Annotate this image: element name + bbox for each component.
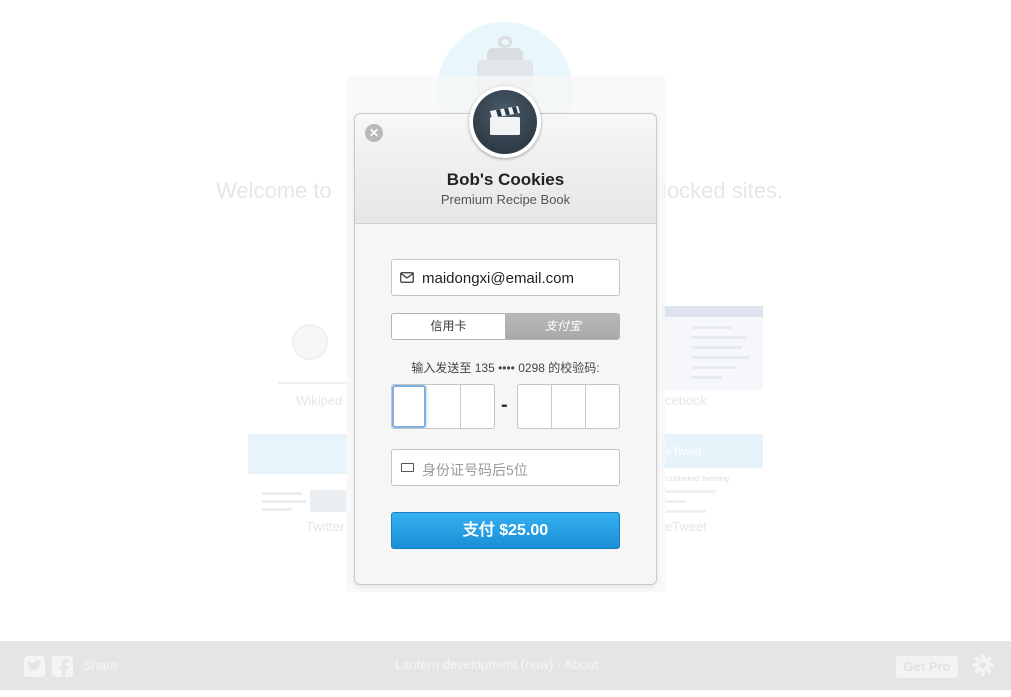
pay-button[interactable]: 支付 $25.00: [391, 512, 620, 549]
freetweet-thumbnail[interactable]: eTweet Unblocked Tweeting: [662, 434, 763, 516]
freetweet-subtitle: Unblocked Tweeting: [666, 476, 729, 483]
code-digit-4[interactable]: [518, 385, 552, 428]
clapperboard-icon: [473, 90, 537, 154]
id-card-icon: [401, 463, 414, 472]
welcome-heading-left: Welcome to: [216, 178, 332, 203]
code-separator: -: [501, 394, 508, 416]
code-digit-5[interactable]: [552, 385, 586, 428]
twitter-caption: Twitter: [306, 519, 345, 534]
tab-credit-card[interactable]: 信用卡: [392, 314, 506, 339]
verification-code-group-2: [517, 384, 620, 429]
gear-icon[interactable]: [970, 652, 996, 678]
wikipedia-globe-icon: [292, 324, 328, 360]
twitter-thumbnail[interactable]: [248, 434, 348, 516]
tab-alipay[interactable]: 支付宝: [506, 314, 619, 339]
wikipedia-thumbnail[interactable]: [270, 306, 352, 388]
verification-code-group-1: [391, 384, 495, 429]
id-number-field[interactable]: 身份证号码后5位: [391, 449, 620, 486]
facebook-thumbnail[interactable]: [662, 306, 763, 390]
code-digit-6[interactable]: [586, 385, 619, 428]
merchant-name: Bob's Cookies: [446, 170, 565, 189]
code-digit-2[interactable]: [427, 385, 461, 428]
footer-version-about[interactable]: Lantern development (now) · About: [395, 657, 598, 672]
payment-method-toggle: 信用卡 支付宝: [391, 313, 620, 340]
share-link[interactable]: Share: [83, 658, 118, 673]
close-button[interactable]: ✕: [365, 124, 383, 142]
twitter-icon[interactable]: [24, 656, 45, 677]
welcome-heading-right: locked sites.: [662, 178, 784, 203]
verification-code-label: 输入发送至 135 •••• 0298 的校验码:: [411, 361, 600, 375]
code-digit-3[interactable]: [461, 385, 494, 428]
footer-bar: Share Lantern development (now) · About …: [0, 641, 1011, 690]
facebook-icon[interactable]: [52, 656, 73, 677]
code-digit-1[interactable]: [392, 385, 426, 428]
freetweet-caption: eTweet: [665, 519, 707, 534]
facebook-caption: cebook: [665, 393, 707, 408]
payment-dialog: ✕ Bob's Cookies Premium Recipe Book maid…: [354, 86, 657, 585]
mail-icon: [400, 272, 414, 283]
email-field[interactable]: maidongxi@email.com: [391, 259, 620, 296]
email-value: maidongxi@email.com: [422, 270, 574, 287]
freetweet-banner: eTweet: [666, 446, 702, 458]
product-name: Premium Recipe Book: [440, 192, 571, 207]
merchant-logo: [469, 86, 541, 158]
id-number-placeholder: 身份证号码后5位: [422, 462, 528, 478]
get-pro-button[interactable]: Get Pro: [896, 656, 958, 678]
wikipedia-caption: Wikiped: [296, 393, 343, 408]
